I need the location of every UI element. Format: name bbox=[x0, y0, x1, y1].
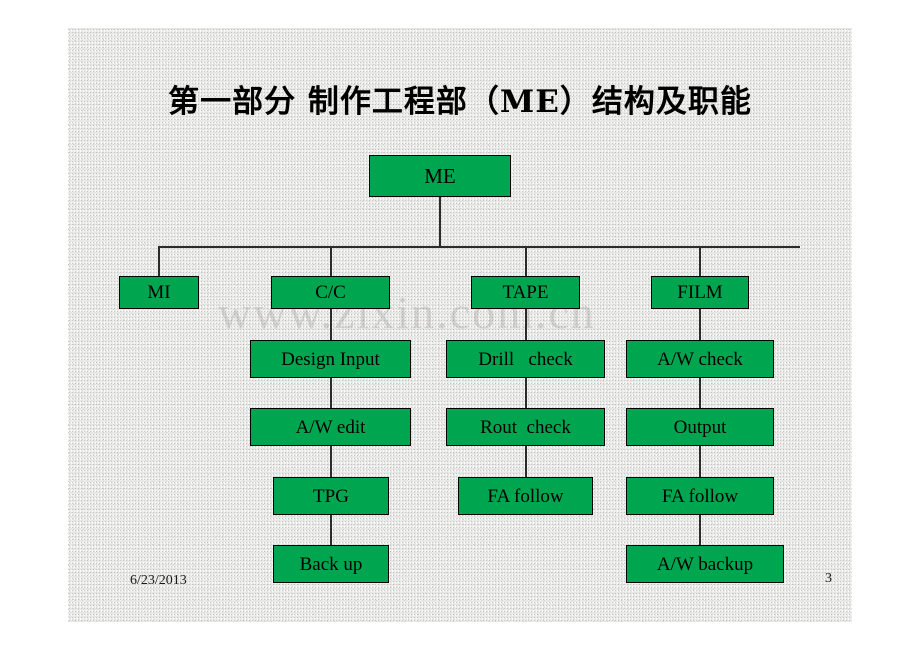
connector-drop-cc bbox=[330, 246, 332, 276]
connector-rout-check-fa-follow bbox=[525, 446, 527, 477]
node-fa-follow-film[interactable]: FA follow bbox=[626, 477, 774, 515]
node-back-up[interactable]: Back up bbox=[273, 545, 389, 583]
node-aw-check[interactable]: A/W check bbox=[626, 340, 774, 378]
connector-drop-film bbox=[699, 246, 701, 276]
org-chart-diagram: ME MI C/C TAPE FILM Design Input A/W edi… bbox=[68, 28, 852, 622]
node-aw-edit[interactable]: A/W edit bbox=[250, 408, 411, 446]
node-cc[interactable]: C/C bbox=[271, 276, 390, 309]
connector-fa-follow-aw-backup bbox=[699, 515, 701, 545]
connector-tpg-back-up bbox=[330, 515, 332, 545]
connector-drop-tape bbox=[525, 246, 527, 276]
connector-aw-edit-tpg bbox=[330, 446, 332, 477]
node-tpg[interactable]: TPG bbox=[273, 477, 389, 515]
connector-design-input-aw-edit bbox=[330, 378, 332, 408]
connector-drop-mi bbox=[158, 246, 160, 276]
connector-drill-check-rout-check bbox=[525, 378, 527, 408]
connector-me-stem bbox=[439, 197, 441, 246]
node-drill-check[interactable]: Drill check bbox=[446, 340, 605, 378]
footer-page-number: 3 bbox=[825, 571, 832, 586]
connector-output-fa-follow bbox=[699, 446, 701, 477]
node-output[interactable]: Output bbox=[626, 408, 774, 446]
node-rout-check[interactable]: Rout check bbox=[446, 408, 605, 446]
node-aw-backup[interactable]: A/W backup bbox=[626, 545, 784, 583]
connector-cc-design-input bbox=[330, 309, 332, 340]
slide-canvas: www.zixin.com.cn 第一部分 制作工程部（ME）结构及职能 ME … bbox=[68, 28, 852, 622]
node-fa-follow-tape[interactable]: FA follow bbox=[458, 477, 593, 515]
node-tape[interactable]: TAPE bbox=[471, 276, 580, 309]
node-film[interactable]: FILM bbox=[651, 276, 749, 309]
node-design-input[interactable]: Design Input bbox=[250, 340, 411, 378]
connector-aw-check-output bbox=[699, 378, 701, 408]
connector-film-aw-check bbox=[699, 309, 701, 340]
connector-horizontal-bus bbox=[158, 246, 800, 248]
node-me[interactable]: ME bbox=[369, 155, 511, 197]
footer-date: 6/23/2013 bbox=[130, 573, 187, 588]
connector-tape-drill-check bbox=[525, 309, 527, 340]
node-mi[interactable]: MI bbox=[119, 276, 199, 309]
